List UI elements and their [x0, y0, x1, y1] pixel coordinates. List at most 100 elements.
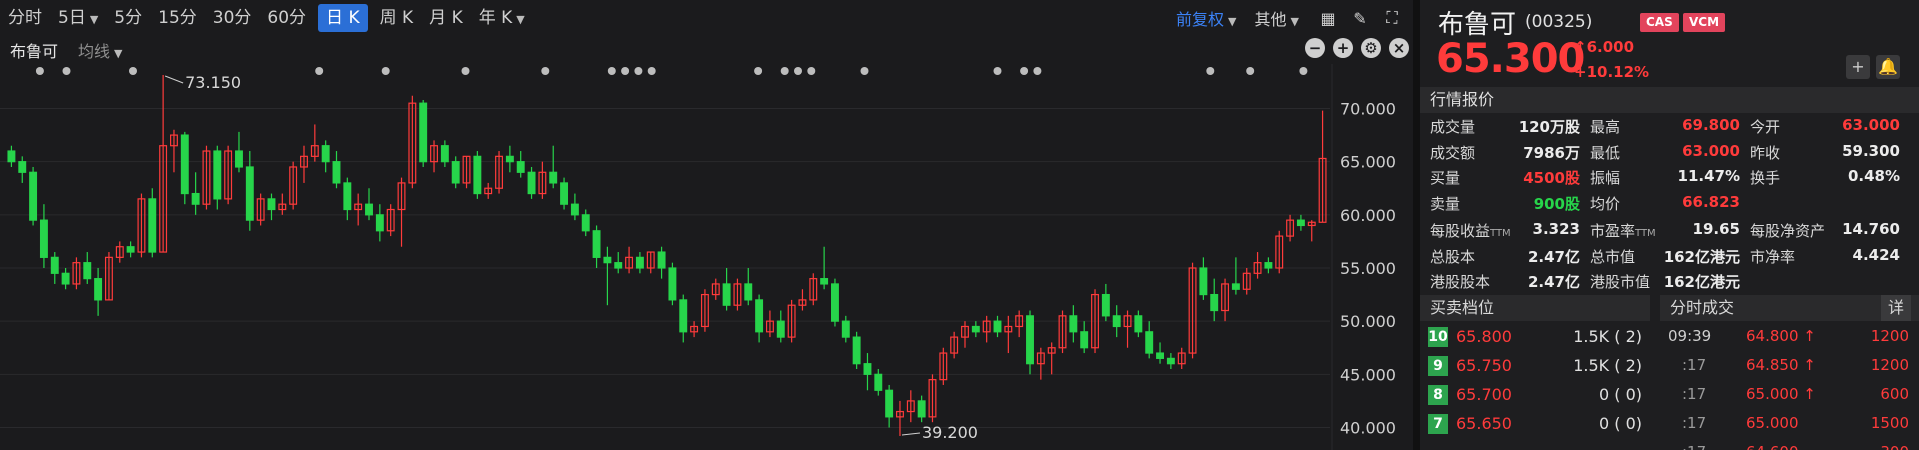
y-tick-label: 65.000 — [1340, 153, 1396, 172]
candle-body — [830, 283, 839, 322]
trade-price: 65.000 ↑ — [1746, 385, 1816, 403]
candle-body — [419, 102, 428, 163]
timesales-row: :17 64.600 300 — [1660, 439, 1919, 450]
y-tick-label: 60.000 — [1340, 206, 1396, 225]
tab-2[interactable]: 5分 — [106, 4, 150, 32]
event-dot — [634, 67, 643, 75]
arrow-up-icon: ↑ — [1574, 38, 1587, 56]
chart-panel: 分时 5日 ▼ 5分 15分 30分 60分日 K周 K月 K年 K ▼ 前复权 ▼ 其他 ▼ ▦… — [0, 0, 1413, 450]
event-dot — [807, 67, 816, 75]
tab-1[interactable]: 5日 ▼ — [50, 4, 106, 32]
quote-panel: 布鲁可 (00325) CAS VCM 65.300 ↑6.000 +10.12… — [1420, 0, 1919, 450]
event-dot — [647, 67, 656, 75]
candle-body — [668, 267, 677, 301]
orderbook-price: 65.650 — [1456, 414, 1512, 433]
zoom-in-icon[interactable]: + — [1333, 38, 1353, 58]
candle-body — [603, 256, 612, 264]
candle-body — [863, 363, 872, 375]
orderbook-volume: 0 ( 0) — [1598, 414, 1642, 433]
tab-0[interactable]: 分时 — [0, 4, 50, 32]
orderbook-price: 65.750 — [1456, 356, 1512, 375]
quote-label: 最高 — [1590, 118, 1621, 136]
candle-body — [235, 150, 243, 168]
orderbook-row[interactable]: 8 65.700 0 ( 0) — [1420, 381, 1650, 410]
tab-3[interactable]: 15分 — [150, 4, 205, 32]
orderbook-row[interactable]: 7 65.650 0 ( 0) — [1420, 410, 1650, 439]
chevron-down-icon: ▼ — [89, 13, 99, 26]
tab-8[interactable]: 月 K — [421, 4, 471, 32]
annotation-label: 73.150 — [185, 73, 241, 92]
quote-value: 162亿港元 — [1663, 247, 1740, 266]
tab-4[interactable]: 30分 — [205, 4, 260, 32]
settings-icon[interactable]: ⚙ — [1361, 38, 1381, 58]
orderbook-row[interactable]: 10 65.800 1.5K ( 2) — [1420, 323, 1650, 352]
quote-label: 振幅 — [1590, 169, 1621, 187]
panel-divider[interactable] — [1413, 0, 1420, 450]
y-tick-label: 50.000 — [1340, 312, 1396, 331]
level-badge: 9 — [1428, 356, 1448, 376]
cas-badge: CAS — [1640, 13, 1679, 32]
candle-body — [343, 182, 352, 211]
tab-5[interactable]: 60分 — [259, 4, 314, 32]
quote-value: 0.48% — [1847, 167, 1900, 185]
event-dot — [35, 67, 44, 75]
quote-value: 162亿港元 — [1663, 273, 1740, 291]
layout-grid-icon[interactable]: ▦ — [1317, 7, 1339, 29]
ma-dropdown[interactable]: 均线 ▼ — [78, 38, 122, 62]
quote-value: 7986万 — [1523, 143, 1580, 162]
tab-7[interactable]: 周 K — [372, 4, 422, 32]
quote-value: 69.800 — [1682, 116, 1740, 134]
pen-icon[interactable]: ✎ — [1349, 7, 1371, 29]
trade-price: 64.800 ↑ — [1746, 327, 1816, 345]
candle-body — [29, 171, 38, 221]
event-dot — [1020, 67, 1029, 75]
candle-body — [50, 256, 59, 274]
event-dot — [381, 67, 390, 75]
annotation-label: 39.200 — [922, 423, 978, 442]
orderbook-row[interactable]: 9 65.750 1.5K ( 2) — [1420, 352, 1650, 381]
event-dot — [1299, 67, 1308, 75]
y-tick-label: 40.000 — [1340, 418, 1396, 437]
candle-body — [1080, 331, 1089, 349]
quote-label: 卖量 — [1430, 194, 1461, 213]
detail-button[interactable]: 详 — [1881, 295, 1911, 321]
candle-body — [473, 155, 482, 195]
quote-label: 最低 — [1590, 143, 1621, 162]
level-badge: 10 — [1428, 327, 1448, 347]
event-dot — [315, 67, 324, 75]
candle-body — [560, 182, 569, 205]
candle-body — [755, 299, 764, 333]
timesales-row: :17 64.850 ↑ 1200 — [1660, 352, 1919, 381]
tab-6[interactable]: 日 K — [318, 4, 368, 32]
candle-body — [1026, 315, 1034, 365]
trade-time: :17 — [1682, 385, 1707, 403]
chart-subbar: 布鲁可 均线 ▼ — [0, 36, 1413, 64]
level-badge: 8 — [1428, 385, 1448, 405]
candle-body — [267, 198, 276, 211]
other-dropdown[interactable]: 其他 ▼ — [1255, 6, 1299, 30]
alert-bell-icon[interactable]: 🔔 — [1876, 55, 1900, 79]
zoom-out-icon[interactable]: − — [1305, 38, 1325, 58]
candle-body — [1296, 219, 1305, 227]
quote-value: 11.47% — [1677, 167, 1740, 185]
adjust-dropdown[interactable]: 前复权 ▼ — [1176, 6, 1236, 30]
quote-value: 4.424 — [1852, 245, 1900, 264]
y-tick-label: 55.000 — [1340, 259, 1396, 278]
fullscreen-icon[interactable]: ⛶ — [1381, 7, 1403, 29]
trade-price: 64.600 — [1746, 443, 1799, 450]
candle-body — [744, 283, 753, 301]
candle-body — [213, 150, 222, 200]
trade-time: :17 — [1682, 414, 1707, 432]
candle-body — [570, 203, 579, 216]
tab-9[interactable]: 年 K ▼ — [471, 4, 533, 32]
candlestick-chart[interactable]: 70.000 65.000 60.000 55.000 50.000 45.000 40.0… — [0, 64, 1413, 450]
close-icon[interactable]: × — [1389, 38, 1409, 58]
candle-body — [592, 230, 601, 258]
quote-value: 14.760 — [1842, 220, 1900, 238]
stock-name-label: 布鲁可 — [10, 42, 59, 61]
quote-section-title: 行情报价 — [1420, 87, 1919, 113]
candle-body — [83, 262, 92, 280]
candle-body — [39, 219, 48, 258]
timesales-row: :17 65.000 1500 — [1660, 410, 1919, 439]
add-watchlist-icon[interactable]: + — [1846, 55, 1870, 79]
